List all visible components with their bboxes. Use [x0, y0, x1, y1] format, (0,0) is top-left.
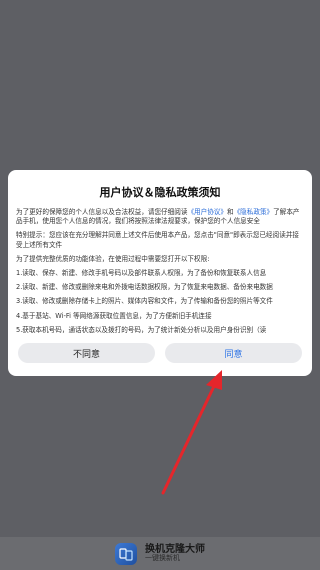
privacy-policy-link[interactable]: 《隐私政策》 — [234, 208, 274, 216]
dialog-title: 用户协议＆隐私政策须知 — [99, 186, 221, 199]
permission-item-5: 5.获取本机号码，通话状态以及拨打的号码，为了统计新处分析以及用户身份识别（读 — [16, 325, 267, 334]
permission-item-4: 4.基于基站、Wi-Fi 等网络源获取位置信息，为了方便新旧手机连接 — [16, 311, 212, 320]
permissions-intro: 为了提供完整优质的功能体验，在使用过程中需要您打开以下权限: — [16, 254, 210, 263]
permission-item-1: 1.读取、保存、新建、修改手机号码以及部件联系人权限，为了备份和恢复联系人信息 — [16, 269, 267, 278]
user-agreement-link[interactable]: 《用户协议》 — [187, 208, 227, 216]
privacy-dialog: 用户协议＆隐私政策须知 为了更好的保障您的个人信息以及合法权益，请您仔细阅读《用… — [8, 170, 312, 376]
screen-overlay: 用户协议＆隐私政策须知 为了更好的保障您的个人信息以及合法权益，请您仔细阅读《用… — [0, 0, 320, 570]
disagree-button[interactable]: 不同意 — [18, 343, 155, 363]
agree-button[interactable]: 同意 — [165, 343, 302, 363]
intro-text-b: 和 — [227, 208, 234, 216]
special-notice: 特别提示：您应该在充分理解并同意上述文件后使用本产品，您点击"同意"即表示您已经… — [16, 231, 300, 249]
dialog-actions: 不同意 同意 — [18, 343, 302, 363]
permission-item-2: 2.读取、新建、修改或删除来电和外拨电话数据权限，为了恢复来电数据、备份来电数据 — [16, 283, 273, 292]
intro-paragraph: 为了更好的保障您的个人信息以及合法权益，请您仔细阅读《用户协议》和《隐私政策》了… — [16, 208, 304, 226]
permission-item-3: 3.读取、修改或删除存储卡上的照片、媒体内容和文件，为了传输和备份您的照片等文件 — [16, 297, 273, 306]
dialog-body[interactable]: 为了更好的保障您的个人信息以及合法权益，请您仔细阅读《用户协议》和《隐私政策》了… — [16, 208, 304, 336]
app-logo-icon — [115, 542, 137, 565]
intro-text-a: 为了更好的保障您的个人信息以及合法权益，请您仔细阅读 — [16, 208, 188, 216]
bottom-app-bar: 换机克隆大师 一键换新机 — [0, 537, 320, 570]
app-slogan: 一键换新机 — [145, 554, 180, 563]
